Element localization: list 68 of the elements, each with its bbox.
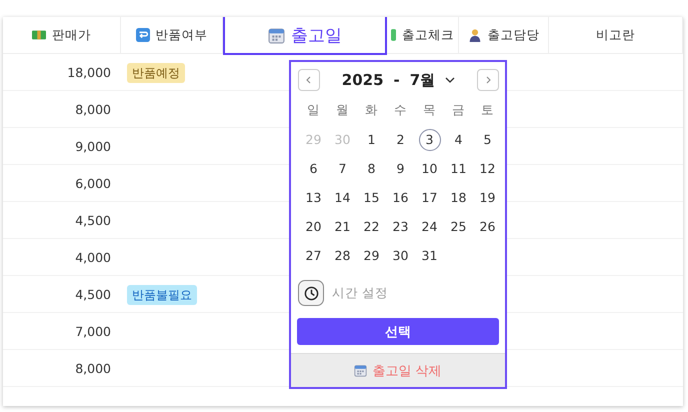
price-cell-text: 18,000 <box>66 64 111 80</box>
column-header[interactable]: 출고담당 <box>459 17 549 53</box>
month-label: 7월 <box>410 70 436 90</box>
calendar-day[interactable]: 11 <box>448 158 470 180</box>
calendar-day[interactable]: 24 <box>418 216 440 238</box>
calendar-day[interactable]: 6 <box>302 158 324 180</box>
calendar-day[interactable]: 1 <box>360 128 382 150</box>
calendar-day[interactable]: 20 <box>302 216 324 238</box>
weekday-label: 목 <box>423 102 436 119</box>
banknote-icon <box>32 28 46 42</box>
separator: - <box>394 71 400 89</box>
calendar-day[interactable]: 31 <box>418 244 440 266</box>
column-header[interactable]: 출고일 <box>223 17 387 55</box>
chevron-down-icon[interactable] <box>445 76 456 84</box>
calendar-day[interactable]: 13 <box>302 186 324 208</box>
calendar-day[interactable]: 8 <box>360 158 382 180</box>
calendar-day[interactable]: 9 <box>390 158 412 180</box>
weekday-label: 화 <box>365 102 378 119</box>
calendar-day[interactable]: 25 <box>448 216 470 238</box>
select-button[interactable]: 선택 <box>297 318 499 345</box>
calendar-day[interactable]: 7 <box>332 158 354 180</box>
calendar-day[interactable]: 10 <box>418 158 440 180</box>
price-cell-text: 4,500 <box>74 286 111 302</box>
calendar-day[interactable]: 14 <box>332 186 354 208</box>
calendar-day[interactable]: 2 <box>390 128 412 150</box>
weekday-label: 월 <box>336 102 349 119</box>
weekday-label: 일 <box>307 102 320 119</box>
chevron-right-icon <box>484 76 492 84</box>
calendar-day[interactable]: 26 <box>476 216 498 238</box>
year-label: 2025 <box>342 71 384 89</box>
column-header[interactable]: 판매가 <box>3 17 121 53</box>
calendar-day[interactable]: 27 <box>302 244 324 266</box>
calendar-day[interactable]: 5 <box>476 128 498 150</box>
price-cell-text: 4,500 <box>74 212 111 228</box>
price-cell-text: 4,000 <box>74 250 111 264</box>
time-setting-label: 시간 설정 <box>332 284 388 302</box>
calendar-day[interactable]: 30 <box>390 244 412 266</box>
status-tag: 반품예정 <box>127 63 185 83</box>
calendar-day[interactable]: 19 <box>476 186 498 208</box>
calendar-day[interactable]: 18 <box>448 186 470 208</box>
column-header[interactable]: 비고란 <box>549 17 683 53</box>
calendar-day[interactable]: 3 <box>418 128 440 150</box>
weekday-label: 수 <box>394 102 407 119</box>
weekday-label: 금 <box>452 102 465 119</box>
calendar-day[interactable]: 23 <box>390 216 412 238</box>
calendar-day[interactable]: 16 <box>390 186 412 208</box>
clock-icon <box>304 286 318 300</box>
column-header[interactable]: 출고체크 <box>387 17 459 53</box>
calendar-day[interactable]: 12 <box>476 158 498 180</box>
weekday-label: 토 <box>481 102 494 119</box>
price-cell-text: 7,000 <box>74 324 111 338</box>
calendar-day[interactable]: 4 <box>448 128 470 150</box>
price-cell-text: 8,000 <box>74 102 111 116</box>
status-tag: 반품불필요 <box>127 285 197 305</box>
calendar-icon <box>268 26 285 44</box>
person-icon <box>468 28 482 42</box>
calendar-day[interactable]: 29 <box>360 244 382 266</box>
price-cell-text: 6,000 <box>74 176 111 190</box>
clock-button[interactable] <box>298 280 324 306</box>
calendar-day[interactable]: 15 <box>360 186 382 208</box>
price-cell-text: 9,000 <box>74 138 111 154</box>
price-cell-text: 8,000 <box>74 360 111 376</box>
calendar-icon <box>354 364 368 377</box>
calendar-day[interactable]: 22 <box>360 216 382 238</box>
calendar-day[interactable]: 21 <box>332 216 354 238</box>
calendar-day[interactable]: 28 <box>332 244 354 266</box>
calendar-day[interactable]: 17 <box>418 186 440 208</box>
chevron-left-icon <box>305 76 313 84</box>
